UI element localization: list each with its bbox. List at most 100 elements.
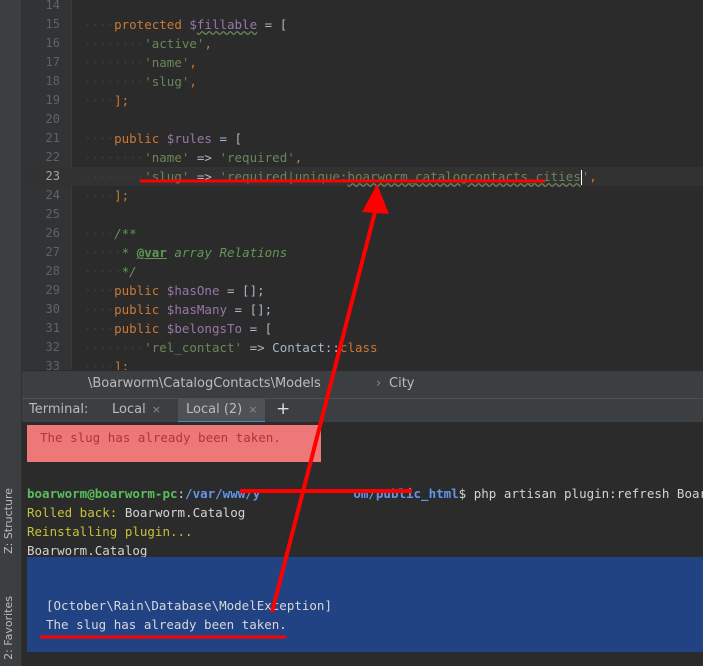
code-token: 'name' <box>144 55 190 70</box>
code-text: ········'slug' => 'required|unique:boarw… <box>84 167 597 186</box>
terminal-output[interactable]: The slug has already been taken. boarwor… <box>22 422 703 666</box>
code-token: ········ <box>84 169 145 184</box>
line-number: 33 <box>45 359 60 370</box>
code-token: * <box>121 245 137 260</box>
code-text: ········'slug', <box>84 72 197 91</box>
code-token: protected <box>114 17 190 32</box>
line-number: 17 <box>45 55 60 69</box>
code-token: 'name' <box>144 150 190 165</box>
line-number: 19 <box>45 93 60 107</box>
code-token: 'required' <box>219 150 295 165</box>
line-number: 28 <box>45 264 60 278</box>
code-token: /** <box>114 226 137 241</box>
code-line[interactable]: 29 ····public $hasOne = []; <box>22 281 703 300</box>
line-number: 24 <box>45 188 60 202</box>
code-token: 'rel_contact' <box>144 340 243 355</box>
code-line[interactable]: 32 ········'rel_contact' => Contact::clas… <box>22 338 703 357</box>
close-icon[interactable]: × <box>152 403 161 416</box>
code-line[interactable]: 16 ········'active', <box>22 34 703 53</box>
code-token: ]; <box>114 93 130 108</box>
exception-box: [October\Rain\Database\ModelException] T… <box>27 557 703 652</box>
code-text: ····public $hasOne = []; <box>84 281 265 300</box>
code-line[interactable]: 31 ····public $belongsTo = [ <box>22 319 703 338</box>
line-number: 22 <box>45 150 60 164</box>
code-token: array <box>166 245 220 260</box>
line-number: 32 <box>45 340 60 354</box>
code-token: , <box>589 169 597 184</box>
code-text: ·····*/ <box>84 262 137 281</box>
code-line[interactable]: 18 ········'slug', <box>22 72 703 91</box>
breadcrumb-namespace[interactable]: \Boarworm\CatalogContacts\Models <box>88 376 321 391</box>
code-line[interactable]: 15 ····protected $fillable = [ <box>22 15 703 34</box>
reinstalling-line: Reinstalling plugin... <box>27 524 193 539</box>
code-token: 'active' <box>144 36 205 51</box>
code-line[interactable]: 14 <box>22 0 703 15</box>
code-line[interactable]: 24 ····]; <box>22 186 703 205</box>
tab-local[interactable]: Local × <box>104 399 169 423</box>
code-text: ········'active', <box>84 34 212 53</box>
code-token: 'slug' <box>144 169 190 184</box>
tab-label: Local (2) <box>186 402 243 417</box>
code-line[interactable]: 21 ····public $rules = [ <box>22 129 703 148</box>
code-editor[interactable]: 14 15 ····protected $fillable = [16 ·······… <box>22 0 703 370</box>
structure-tab[interactable]: Z: Structure <box>2 488 15 554</box>
code-token: ]; <box>114 359 130 370</box>
line-number: 14 <box>45 0 60 12</box>
line-number: 15 <box>45 17 60 31</box>
code-token: boarworm_catalogcontacts_cities <box>347 169 581 184</box>
code-token: public <box>114 321 167 336</box>
code-line[interactable]: 23 ········'slug' => 'required|unique:boa… <box>22 167 703 186</box>
code-text: ····public $hasMany = []; <box>84 300 272 319</box>
code-text: ·····* @var array Relations <box>84 243 287 262</box>
line-number: 26 <box>45 226 60 240</box>
code-token: => <box>189 150 220 165</box>
code-token: ]; <box>114 188 130 203</box>
code-line[interactable]: 27 ·····* @var array Relations <box>22 243 703 262</box>
code-token: = [ <box>211 131 243 146</box>
code-line[interactable]: 17 ········'name', <box>22 53 703 72</box>
code-line[interactable]: 19 ····]; <box>22 91 703 110</box>
code-text: ····]; <box>84 357 129 370</box>
code-line[interactable]: 28 ·····*/ <box>22 262 703 281</box>
exception-message: The slug has already been taken. <box>46 617 287 632</box>
code-line[interactable]: 33 ····]; <box>22 357 703 370</box>
favorites-tab[interactable]: 2: Favorites <box>2 596 15 660</box>
code-token: , <box>189 74 197 89</box>
code-token: , <box>294 150 303 165</box>
code-token: , <box>204 36 212 51</box>
new-terminal-plus-icon[interactable]: + <box>276 399 290 419</box>
code-line[interactable]: 22 ········'name' => 'required', <box>22 148 703 167</box>
code-text: ····public $rules = [ <box>84 129 242 148</box>
line-number: 27 <box>45 245 60 259</box>
code-line[interactable]: 26 ····/** <box>22 224 703 243</box>
close-icon[interactable]: × <box>248 403 257 416</box>
rolled-back-line: Rolled back: Boarworm.Catalog <box>27 503 245 522</box>
code-line[interactable]: 25 <box>22 205 703 224</box>
code-text: ········'name' => 'required', <box>84 148 302 167</box>
code-token: = [ <box>257 17 288 32</box>
code-token: */ <box>121 264 137 279</box>
breadcrumb-class[interactable]: City <box>389 376 414 391</box>
terminal-tab-bar: Terminal: Local × Local (2) × + <box>22 398 703 423</box>
code-token: ········ <box>84 150 145 165</box>
code-token: ········ <box>84 340 145 355</box>
code-token: ···· <box>84 93 115 108</box>
code-text: ········'name', <box>84 53 197 72</box>
code-line[interactable]: 20 <box>22 110 703 129</box>
code-token: => <box>242 340 273 355</box>
code-token: @var <box>136 245 167 260</box>
code-text: ····]; <box>84 186 129 205</box>
error-message-top: The slug has already been taken. <box>40 430 281 445</box>
prompt-path: /var/www/y <box>185 486 261 501</box>
code-text: ····public $belongsTo = [ <box>84 319 272 338</box>
breadcrumb-separator-icon: › <box>376 376 382 391</box>
line-number: 29 <box>45 283 60 297</box>
code-token: $ <box>189 17 197 32</box>
breadcrumb: \Boarworm\CatalogContacts\Models › City <box>22 370 703 398</box>
code-token: ········ <box>84 74 145 89</box>
code-token: ···· <box>84 302 115 317</box>
code-token: :: <box>324 340 340 355</box>
code-token: = []; <box>227 302 273 317</box>
tab-local-2[interactable]: Local (2) × <box>178 399 266 423</box>
code-line[interactable]: 30 ····public $hasMany = []; <box>22 300 703 319</box>
